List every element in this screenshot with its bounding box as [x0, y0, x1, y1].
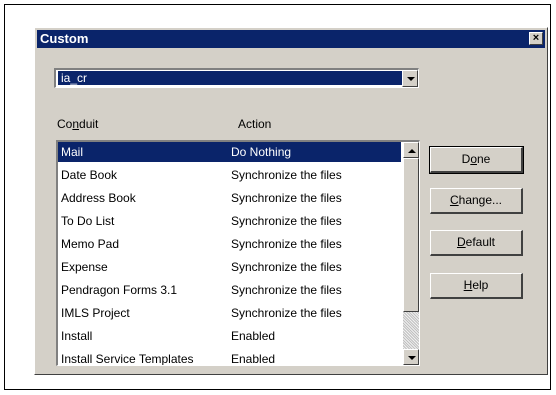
row-conduit: Pendragon Forms 3.1: [61, 283, 178, 297]
table-row[interactable]: Mail Do Nothing: [58, 142, 401, 162]
scroll-track[interactable]: [403, 312, 419, 349]
list-scrollbar[interactable]: [403, 142, 419, 365]
scroll-thumb[interactable]: [403, 158, 419, 312]
close-button[interactable]: ×: [529, 32, 543, 45]
table-row[interactable]: To Do List Synchronize the files: [58, 211, 401, 231]
row-action: Synchronize the files: [231, 237, 342, 251]
table-row[interactable]: Pendragon Forms 3.1 Synchronize the files: [58, 280, 401, 300]
change-label-post: hange...: [458, 193, 503, 207]
row-action: Synchronize the files: [231, 168, 342, 182]
row-action: Synchronize the files: [231, 306, 342, 320]
row-action: Synchronize the files: [231, 283, 342, 297]
user-combo-value: ia_cr: [58, 71, 413, 85]
row-conduit: Expense: [61, 260, 108, 274]
row-conduit: To Do List: [61, 214, 115, 228]
row-action: Enabled: [231, 352, 276, 366]
done-label-mnemonic: o: [470, 152, 477, 166]
custom-dialog: Custom × ia_cr Conduit Action Mail Do Not…: [34, 27, 548, 375]
change-label-mnemonic: C: [449, 193, 459, 207]
conduit-header-post: duit: [79, 117, 99, 131]
table-row[interactable]: Install Service Templates Enabled: [58, 349, 401, 366]
title-bar: Custom ×: [37, 30, 545, 48]
action-column-header: Action: [238, 117, 272, 131]
close-icon: ×: [532, 32, 540, 44]
conduit-header-pre: Co: [57, 117, 73, 131]
help-label-post: elp: [472, 278, 489, 292]
row-conduit: Mail: [61, 145, 84, 159]
default-label-mnemonic: D: [456, 235, 466, 249]
table-row[interactable]: Expense Synchronize the files: [58, 257, 401, 277]
user-combo-dropdown-button[interactable]: [402, 70, 418, 87]
help-button[interactable]: Help: [430, 273, 523, 299]
table-row[interactable]: Memo Pad Synchronize the files: [58, 234, 401, 254]
scroll-up-icon: [408, 149, 416, 153]
default-label-post: efault: [465, 235, 496, 249]
conduit-column-header: Conduit: [57, 117, 98, 131]
table-row[interactable]: Date Book Synchronize the files: [58, 165, 401, 185]
row-action: Synchronize the files: [231, 214, 342, 228]
row-conduit: Memo Pad: [61, 237, 120, 251]
done-label-post: ne: [477, 152, 491, 166]
scroll-down-icon: [408, 356, 416, 360]
row-action: Enabled: [231, 329, 276, 343]
row-conduit: Address Book: [61, 191, 136, 205]
row-action: Do Nothing: [231, 145, 292, 159]
conduit-list[interactable]: Mail Do Nothing Date Book Synchronize the f…: [56, 140, 420, 366]
table-row[interactable]: Address Book Synchronize the files: [58, 188, 401, 208]
done-button[interactable]: Done: [429, 146, 524, 174]
scroll-up-button[interactable]: [403, 142, 419, 158]
row-conduit: IMLS Project: [61, 306, 130, 320]
table-row[interactable]: IMLS Project Synchronize the files: [58, 303, 401, 323]
table-row[interactable]: Install Enabled: [58, 326, 401, 346]
row-conduit: Install Service Templates: [61, 352, 194, 366]
window-title: Custom: [40, 31, 89, 46]
scroll-down-button[interactable]: [403, 349, 419, 365]
default-button[interactable]: Default: [430, 230, 523, 256]
done-label-pre: D: [461, 152, 471, 166]
row-action: Synchronize the files: [231, 260, 342, 274]
change-button[interactable]: Change...: [430, 188, 523, 214]
user-combo[interactable]: ia_cr: [54, 68, 419, 88]
row-conduit: Install: [61, 329, 93, 343]
row-action: Synchronize the files: [231, 191, 342, 205]
row-conduit: Date Book: [61, 168, 118, 182]
chevron-down-icon: [407, 77, 415, 81]
